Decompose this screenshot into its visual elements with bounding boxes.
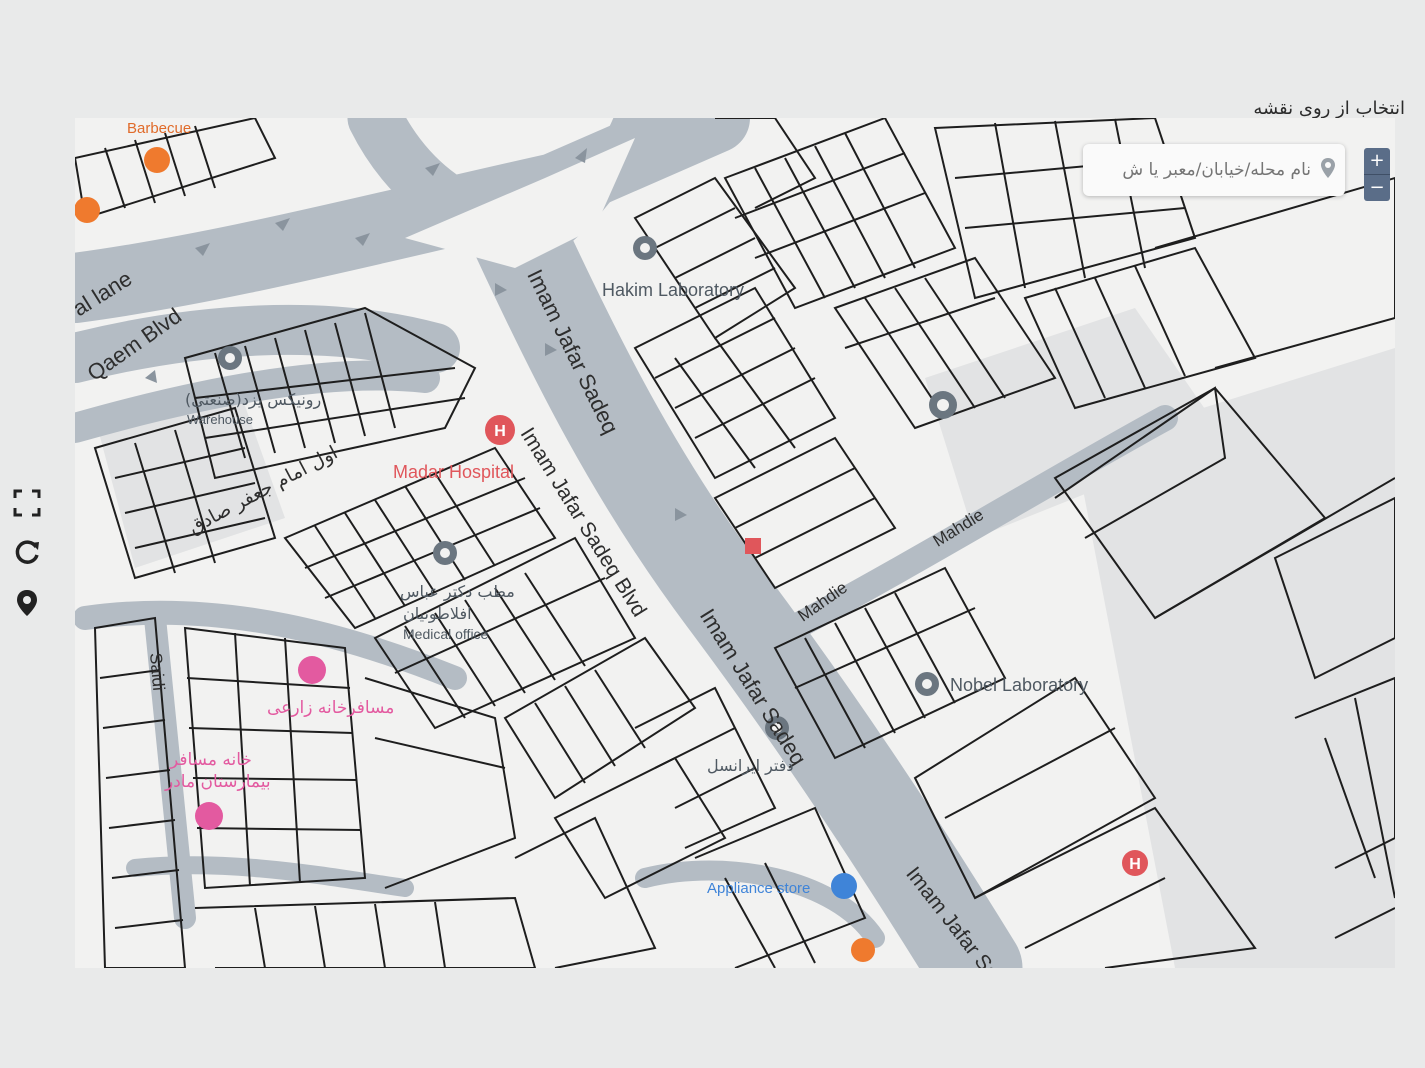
poi-label-warehouse-en: Warehouse — [187, 412, 253, 427]
poi-label-hakim-lab: Hakim Laboratory — [602, 280, 745, 300]
poi-label-madar-hospital: Madar Hospital — [393, 462, 515, 482]
map-canvas[interactable]: H H — [75, 118, 1395, 968]
food-marker — [75, 197, 100, 223]
poi-label-nobel-lab: Nobel Laboratory — [950, 675, 1089, 695]
hospital-letter-2: H — [1129, 856, 1141, 873]
poi-label-hostel-zaree: مسافرخانه زارعی — [267, 698, 395, 718]
poi-label-guest-house-1: خانه مسافر — [170, 750, 252, 770]
page-title: انتخاب از روی نقشه — [1253, 98, 1405, 119]
poi-label-medical-office-en: Medical office — [403, 626, 489, 642]
appliance-store-marker — [831, 873, 857, 899]
map-tools — [12, 488, 42, 638]
map-viewport[interactable]: H H Imam Jafar Sadeq Imam Jafar Sadeq Bl… — [75, 118, 1395, 968]
poi-label-medical-office-fa-2: افلاطونیان — [403, 604, 472, 623]
map-pin-icon — [1321, 158, 1335, 182]
fullscreen-icon[interactable] — [12, 488, 42, 518]
search-input[interactable] — [1099, 159, 1313, 181]
road-label-saidi: Saidi — [146, 652, 169, 692]
guest-house-marker — [195, 802, 223, 830]
poi-label-medical-office-fa-1: مطب دکتر عباس — [400, 582, 515, 601]
zoom-out-button[interactable]: − — [1364, 174, 1390, 201]
poi-label-barbecue: Barbecue — [127, 120, 192, 137]
hostel-marker — [298, 656, 326, 684]
location-icon[interactable] — [12, 588, 42, 618]
location-search-box — [1083, 144, 1345, 196]
zoom-in-button[interactable]: + — [1364, 148, 1390, 174]
selected-parcel — [745, 538, 761, 554]
refresh-icon[interactable] — [12, 538, 42, 568]
barbecue-marker — [144, 147, 170, 173]
poi-label-appliance-store: Appliance store — [707, 880, 811, 897]
hospital-letter-1: H — [494, 423, 506, 440]
zoom-controls: + − — [1364, 148, 1390, 201]
poi-label-guest-house-2: بیمارستان مادر — [165, 772, 271, 792]
poi-label-irancell: دفتر ایرانسل — [707, 756, 794, 775]
poi-label-warehouse-fa: رونیکس یزد(صنعتی) — [185, 390, 322, 409]
food-marker-bottom — [851, 938, 875, 962]
